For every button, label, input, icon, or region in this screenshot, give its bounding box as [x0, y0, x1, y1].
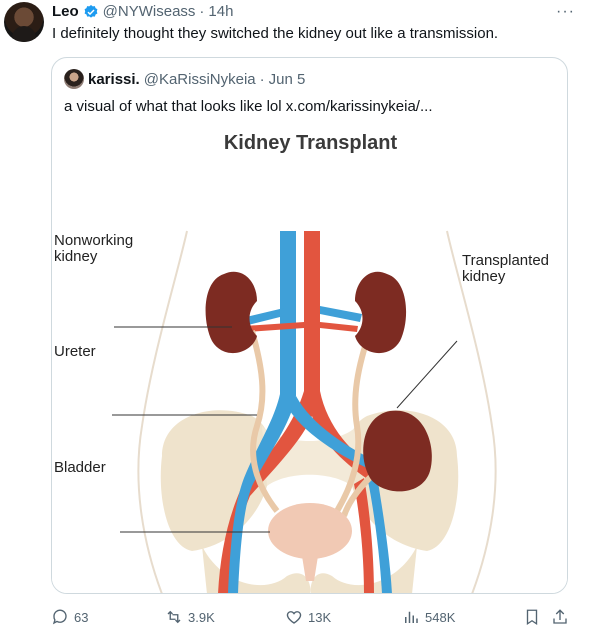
anatomy-drawing	[112, 230, 497, 593]
reply-count: 63	[74, 609, 89, 625]
quoted-author-handle: @KaRissiNykeia	[143, 70, 256, 88]
tweet-text: I definitely thought they switched the k…	[52, 25, 499, 42]
quoted-tweet-header: karissi. @KaRissiNykeia · Jun 5	[64, 69, 305, 89]
kidney-transplant-illustration[interactable]: Kidney Transplant Nonworking kidney Uret…	[52, 126, 567, 593]
label-nonworking-kidney: Nonworking kidney	[54, 233, 133, 265]
quoted-author-avatar	[64, 69, 84, 89]
label-line: Transplanted	[462, 252, 549, 269]
bookmark-icon	[526, 609, 538, 626]
separator-dot: ·	[199, 3, 205, 20]
like-count: 13K	[308, 609, 332, 625]
more-options-icon[interactable]: ···	[556, 3, 575, 21]
quoted-tweet-card[interactable]: karissi. @KaRissiNykeia · Jun 5 a visual…	[51, 57, 568, 594]
quoted-tweet-text: a visual of what that looks like lol x.c…	[64, 98, 433, 115]
reply-button[interactable]: 63	[51, 608, 88, 626]
like-button[interactable]: 13K	[285, 608, 331, 626]
tweet-action-bar: 63 3.9K 13K 548K	[51, 608, 571, 628]
tweet-header: Leo @NYWiseass · 14h	[52, 3, 233, 20]
label-transplanted-kidney: Transplanted kidney	[462, 253, 549, 285]
reply-icon	[52, 609, 67, 625]
repost-count: 3.9K	[188, 609, 215, 625]
repost-button[interactable]: 3.9K	[165, 608, 215, 626]
label-ureter: Ureter	[54, 343, 96, 360]
share-button[interactable]	[551, 608, 569, 626]
separator-dot: ·	[259, 70, 265, 88]
label-line: kidney	[462, 268, 506, 285]
quoted-tweet-date: Jun 5	[268, 70, 306, 88]
label-line: kidney	[54, 248, 98, 265]
label-line: Nonworking	[54, 232, 134, 249]
bookmark-button[interactable]	[523, 608, 541, 626]
views-button[interactable]: 548K	[402, 608, 455, 626]
repost-icon	[167, 610, 181, 624]
view-count: 548K	[425, 609, 456, 625]
analytics-icon	[405, 611, 418, 623]
heart-icon	[286, 611, 302, 624]
verified-badge-icon	[84, 4, 98, 18]
author-handle[interactable]: @NYWiseass	[103, 3, 196, 20]
author-name[interactable]: Leo	[52, 3, 79, 20]
label-bladder: Bladder	[54, 459, 106, 476]
quoted-author-name: karissi.	[88, 70, 140, 88]
author-avatar[interactable]	[4, 2, 44, 42]
share-icon	[553, 609, 567, 624]
tweet-time[interactable]: 14h	[208, 3, 233, 20]
